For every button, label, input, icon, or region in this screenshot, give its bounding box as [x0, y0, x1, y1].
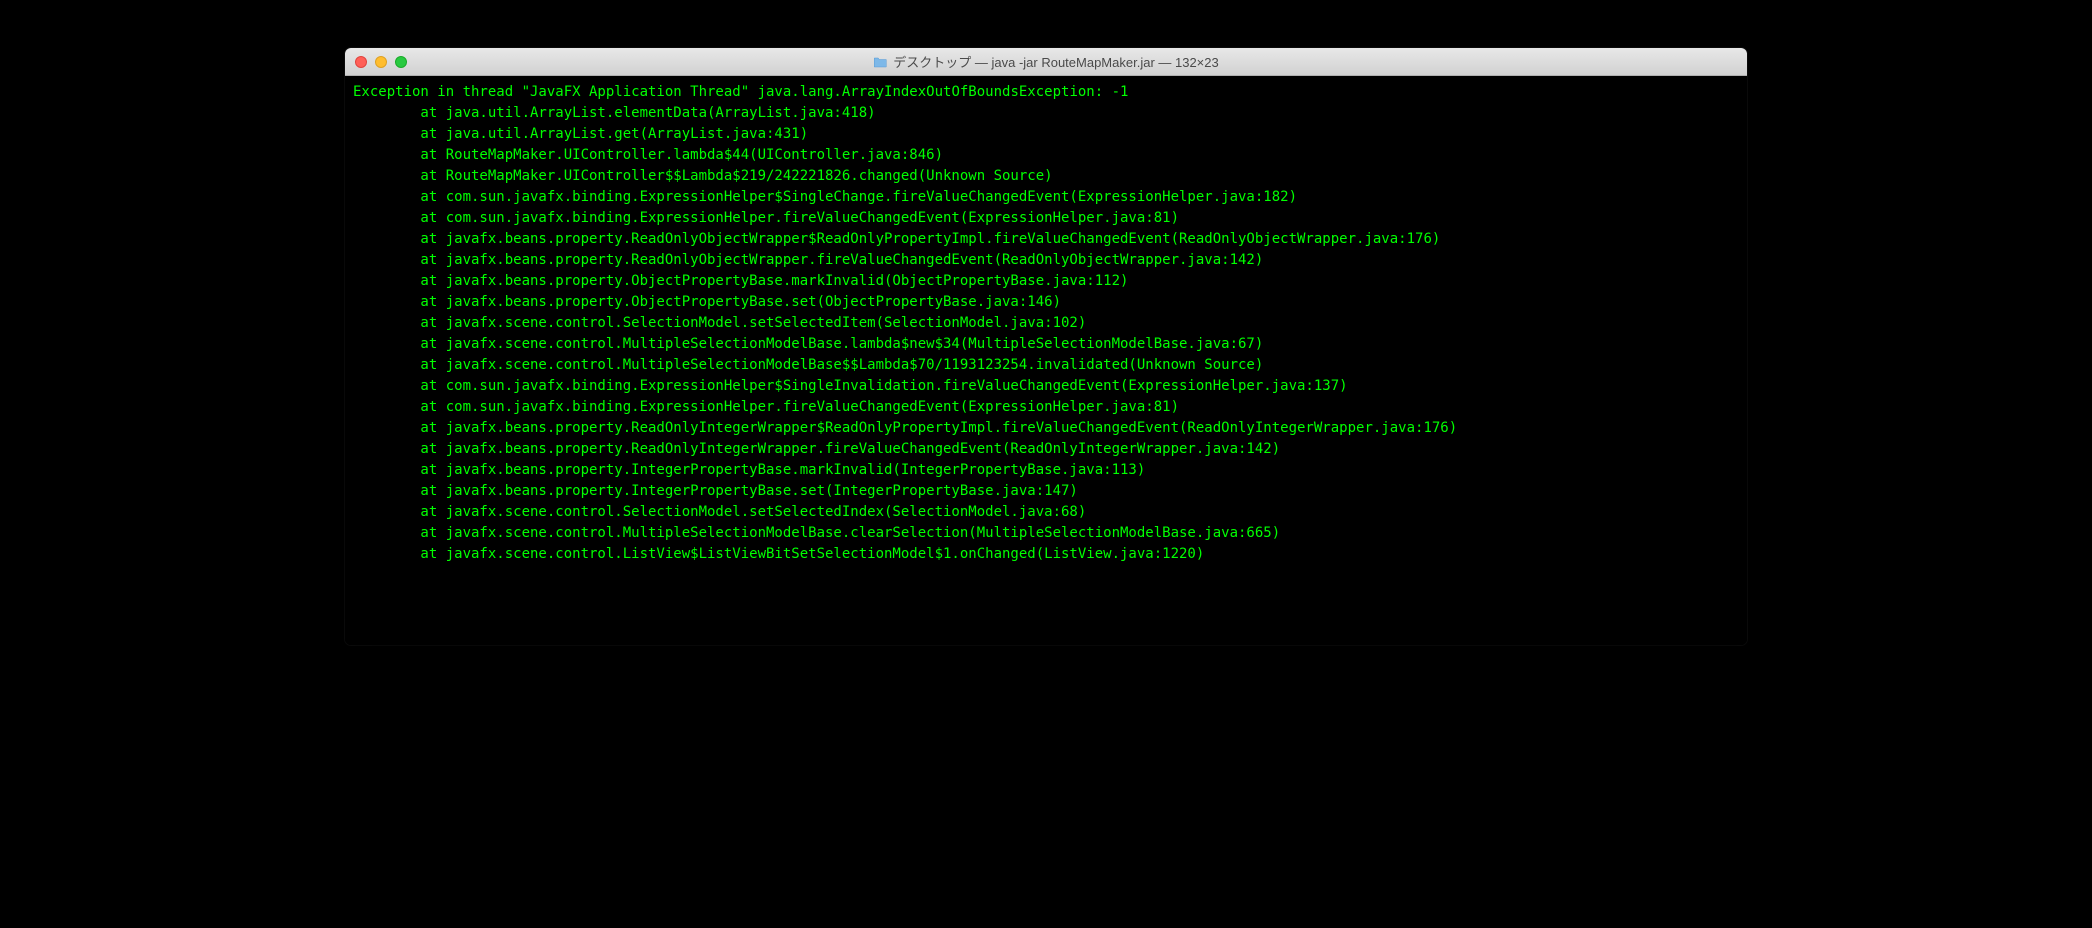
- maximize-button[interactable]: [395, 56, 407, 68]
- stack-frame: at javafx.scene.control.MultipleSelectio…: [353, 355, 1739, 376]
- stack-frame: at RouteMapMaker.UIController.lambda$44(…: [353, 145, 1739, 166]
- traffic-lights: [355, 56, 407, 68]
- stack-frame: at javafx.beans.property.IntegerProperty…: [353, 460, 1739, 481]
- minimize-button[interactable]: [375, 56, 387, 68]
- stack-frame: at RouteMapMaker.UIController$$Lambda$21…: [353, 166, 1739, 187]
- stack-frame: at com.sun.javafx.binding.ExpressionHelp…: [353, 208, 1739, 229]
- stack-frame: at java.util.ArrayList.elementData(Array…: [353, 103, 1739, 124]
- stack-frame: at com.sun.javafx.binding.ExpressionHelp…: [353, 187, 1739, 208]
- stack-frame: at javafx.beans.property.IntegerProperty…: [353, 481, 1739, 502]
- stack-frame: at javafx.scene.control.SelectionModel.s…: [353, 502, 1739, 523]
- stack-frame: at javafx.beans.property.ReadOnlyObjectW…: [353, 229, 1739, 250]
- stack-frame: at com.sun.javafx.binding.ExpressionHelp…: [353, 376, 1739, 397]
- stack-frame: at java.util.ArrayList.get(ArrayList.jav…: [353, 124, 1739, 145]
- terminal-output[interactable]: Exception in thread "JavaFX Application …: [345, 76, 1747, 645]
- stack-frame: at javafx.beans.property.ReadOnlyInteger…: [353, 418, 1739, 439]
- stack-frame: at javafx.beans.property.ObjectPropertyB…: [353, 292, 1739, 313]
- stack-frame: at javafx.beans.property.ObjectPropertyB…: [353, 271, 1739, 292]
- terminal-window: デスクトップ — java -jar RouteMapMaker.jar — 1…: [345, 48, 1747, 645]
- stack-frame: at javafx.scene.control.SelectionModel.s…: [353, 313, 1739, 334]
- window-title-container: デスクトップ — java -jar RouteMapMaker.jar — 1…: [873, 52, 1218, 71]
- stack-frame: at javafx.scene.control.ListView$ListVie…: [353, 544, 1739, 565]
- stack-frame: at javafx.scene.control.MultipleSelectio…: [353, 334, 1739, 355]
- exception-header: Exception in thread "JavaFX Application …: [353, 82, 1739, 103]
- folder-icon: [873, 56, 887, 67]
- title-bar[interactable]: デスクトップ — java -jar RouteMapMaker.jar — 1…: [345, 48, 1747, 76]
- close-button[interactable]: [355, 56, 367, 68]
- window-title: デスクトップ — java -jar RouteMapMaker.jar — 1…: [893, 52, 1218, 71]
- stack-frame: at javafx.beans.property.ReadOnlyInteger…: [353, 439, 1739, 460]
- stack-frame: at javafx.beans.property.ReadOnlyObjectW…: [353, 250, 1739, 271]
- stack-frame: at javafx.scene.control.MultipleSelectio…: [353, 523, 1739, 544]
- stack-frame: at com.sun.javafx.binding.ExpressionHelp…: [353, 397, 1739, 418]
